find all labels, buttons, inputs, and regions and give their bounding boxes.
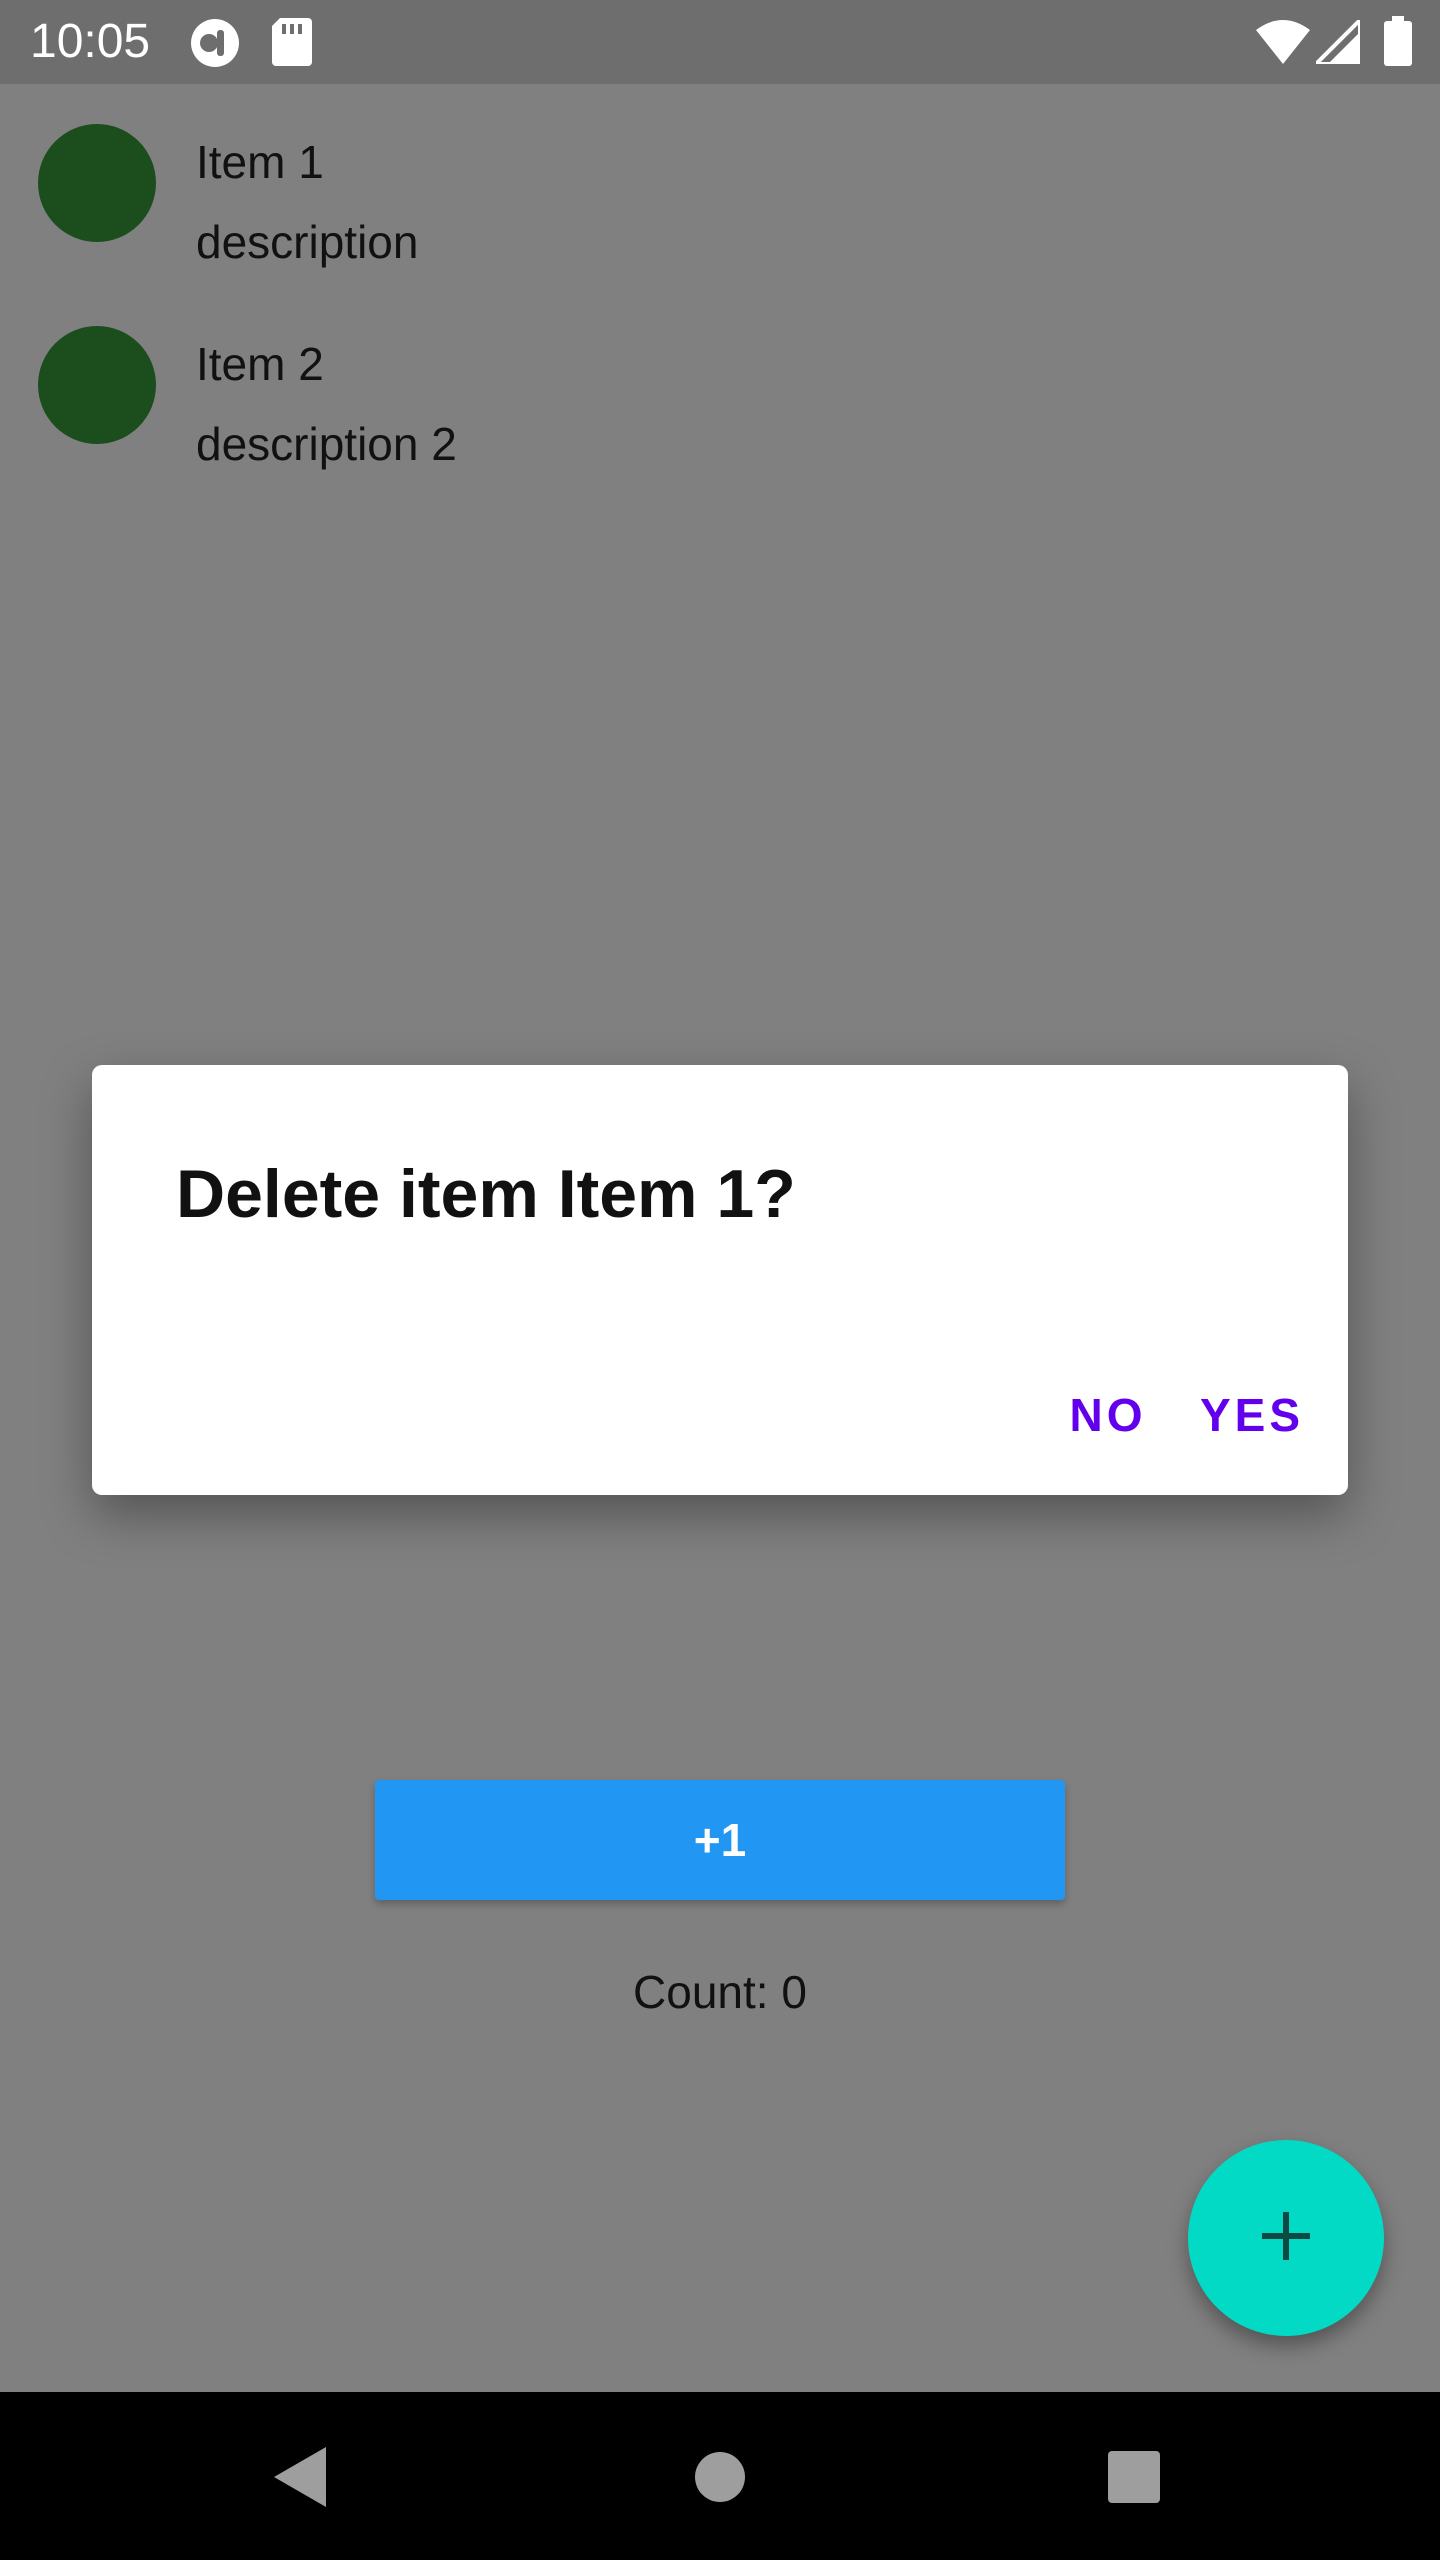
item-description: description 2 <box>196 418 457 470</box>
status-bar: 10:05 <box>0 0 1440 84</box>
navigation-bar <box>0 2392 1440 2560</box>
count-text: Count: 0 <box>633 1966 807 2018</box>
dialog-title: Delete item Item 1? <box>176 1156 796 1232</box>
battery-icon <box>1384 16 1412 71</box>
avatar <box>38 326 156 444</box>
item-title: Item 2 <box>196 338 324 390</box>
list-item[interactable]: Item 1 description <box>0 104 1440 304</box>
add-item-fab[interactable] <box>1188 2140 1384 2336</box>
cell-signal-icon <box>1311 15 1362 69</box>
yes-button[interactable]: YES <box>1182 1365 1322 1465</box>
item-description: description <box>196 216 419 268</box>
wifi-icon <box>1256 20 1310 69</box>
delete-confirm-dialog: Delete item Item 1? NO YES <box>92 1065 1348 1495</box>
list-item[interactable]: Item 2 description 2 <box>0 306 1440 506</box>
item-title: Item 1 <box>196 136 324 188</box>
home-icon[interactable] <box>675 2432 765 2522</box>
status-time: 10:05 <box>30 15 151 68</box>
sd-card-icon <box>272 18 312 71</box>
app-notification-icon <box>190 18 240 73</box>
increment-button[interactable]: +1 <box>375 1780 1065 1900</box>
avatar <box>38 124 156 242</box>
no-button[interactable]: NO <box>1048 1365 1168 1465</box>
back-icon[interactable] <box>255 2432 345 2522</box>
recents-icon[interactable] <box>1089 2432 1179 2522</box>
plus-icon <box>1258 2208 1314 2269</box>
